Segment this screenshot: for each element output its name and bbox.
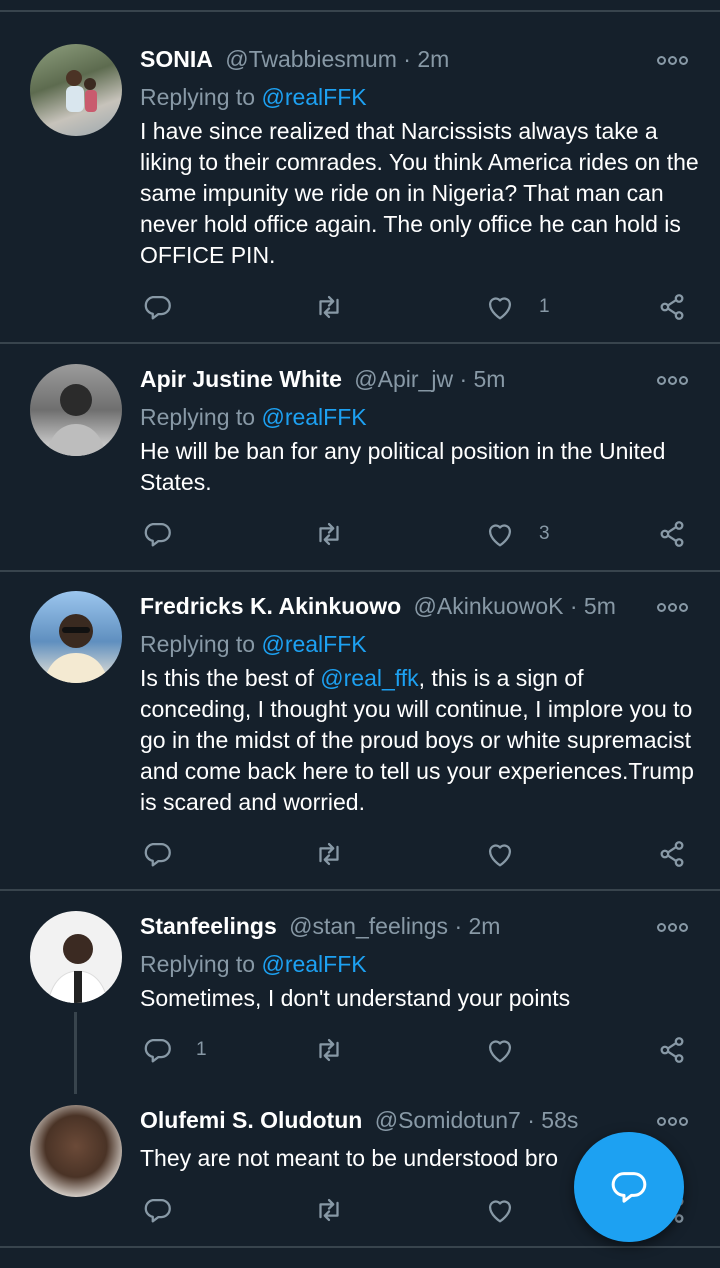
timestamp[interactable]: 58s: [541, 1107, 578, 1133]
separator: [0, 570, 720, 572]
reply-button[interactable]: [140, 290, 196, 324]
retweet-button[interactable]: [312, 837, 346, 871]
reply-button[interactable]: [140, 837, 196, 871]
more-icon[interactable]: [657, 923, 688, 932]
replying-to: Replying to @realFFK: [140, 84, 367, 110]
tweet-header: Olufemi S. Oludotun @Somidotun7 · 58s: [140, 1107, 579, 1133]
like-button[interactable]: [483, 837, 539, 871]
retweet-button[interactable]: [312, 290, 346, 324]
tweet-header: Apir Justine White @Apir_jw · 5m: [140, 366, 506, 392]
separator: [0, 10, 720, 12]
display-name[interactable]: Stanfeelings: [140, 913, 277, 939]
reply-button[interactable]: [140, 517, 196, 551]
display-name[interactable]: SONIA: [140, 46, 213, 72]
separator: [0, 889, 720, 891]
tweet-header: Fredricks K. Akinkuowo @AkinkuowoK · 5m: [140, 593, 616, 619]
like-icon: [488, 1200, 512, 1223]
replying-to: Replying to @realFFK: [140, 631, 367, 657]
share-button[interactable]: [655, 290, 689, 324]
reply-icon: [144, 1038, 171, 1063]
mention-link[interactable]: @realFFK: [261, 951, 366, 977]
like-icon: [488, 524, 512, 547]
separator: [0, 1246, 720, 1248]
retweet-button[interactable]: [312, 1193, 346, 1227]
display-name[interactable]: Fredricks K. Akinkuowo: [140, 593, 401, 619]
tweet-actions: [140, 837, 695, 871]
retweet-icon: [319, 295, 339, 319]
reply-button[interactable]: 1: [140, 1033, 207, 1067]
tweet-header: SONIA @Twabbiesmum · 2m: [140, 46, 450, 72]
avatar[interactable]: [30, 44, 122, 136]
share-icon: [660, 521, 684, 547]
thread-line: [74, 1012, 77, 1094]
avatar[interactable]: [30, 911, 122, 1003]
share-icon: [660, 841, 684, 867]
more-icon[interactable]: [657, 376, 688, 385]
avatar[interactable]: [30, 1105, 122, 1197]
timestamp[interactable]: 5m: [474, 366, 506, 392]
tweet-text: Sometimes, I don't understand your point…: [140, 985, 571, 1011]
share-button[interactable]: [655, 1033, 689, 1067]
mention-link[interactable]: @realFFK: [261, 84, 366, 110]
share-icon: [660, 1037, 684, 1063]
reply-icon: [144, 522, 171, 547]
user-handle[interactable]: @stan_feelings: [289, 913, 448, 939]
timestamp[interactable]: 2m: [417, 46, 449, 72]
user-handle[interactable]: @Somidotun7: [375, 1107, 521, 1133]
retweet-button[interactable]: [312, 1033, 346, 1067]
share-button[interactable]: [655, 837, 689, 871]
retweet-icon: [319, 1198, 339, 1222]
share-icon: [660, 294, 684, 320]
replying-to: Replying to @realFFK: [140, 404, 367, 430]
retweet-icon: [319, 842, 339, 866]
tweet-text: He will be ban for any political positio…: [140, 438, 666, 495]
display-name[interactable]: Olufemi S. Oludotun: [140, 1107, 362, 1133]
tweet-actions: 3: [140, 517, 695, 551]
display-name[interactable]: Apir Justine White: [140, 366, 342, 392]
like-button[interactable]: 3: [483, 517, 550, 551]
avatar[interactable]: [30, 591, 122, 683]
reply-icon: [144, 295, 171, 320]
tweet-header: Stanfeelings @stan_feelings · 2m: [140, 913, 501, 939]
retweet-icon: [319, 1038, 339, 1062]
retweet-button[interactable]: [312, 517, 346, 551]
tweet-text: Is this the best of @real_ffk, this is a…: [140, 665, 694, 815]
like-icon: [488, 1040, 512, 1063]
avatar[interactable]: [30, 364, 122, 456]
like-button[interactable]: [483, 1193, 539, 1227]
like-icon: [488, 844, 512, 867]
more-icon[interactable]: [657, 56, 688, 65]
like-icon: [488, 297, 512, 320]
tweet-actions: 1: [140, 290, 695, 324]
tweet-actions: 1: [140, 1033, 695, 1067]
like-button[interactable]: [483, 1033, 539, 1067]
reply-icon: [144, 1198, 171, 1223]
mention-link[interactable]: @realFFK: [261, 631, 366, 657]
user-handle[interactable]: @Apir_jw: [354, 366, 453, 392]
tweet-text: I have since realized that Narcissists a…: [140, 118, 699, 268]
more-icon[interactable]: [657, 603, 688, 612]
compose-reply-icon: [611, 1172, 647, 1203]
reply-button[interactable]: [140, 1193, 196, 1227]
replying-to: Replying to @realFFK: [140, 951, 367, 977]
like-button[interactable]: 1: [483, 290, 550, 324]
more-icon[interactable]: [657, 1117, 688, 1126]
timestamp[interactable]: 2m: [469, 913, 501, 939]
mention-link[interactable]: @realFFK: [261, 404, 366, 430]
compose-reply-button[interactable]: [574, 1132, 684, 1242]
retweet-icon: [319, 522, 339, 546]
separator: [0, 342, 720, 344]
share-button[interactable]: [655, 517, 689, 551]
user-handle[interactable]: @Twabbiesmum: [225, 46, 397, 72]
mention-link[interactable]: @real_ffk: [320, 665, 418, 691]
user-handle[interactable]: @AkinkuowoK: [414, 593, 564, 619]
reply-icon: [144, 842, 171, 867]
timestamp[interactable]: 5m: [584, 593, 616, 619]
